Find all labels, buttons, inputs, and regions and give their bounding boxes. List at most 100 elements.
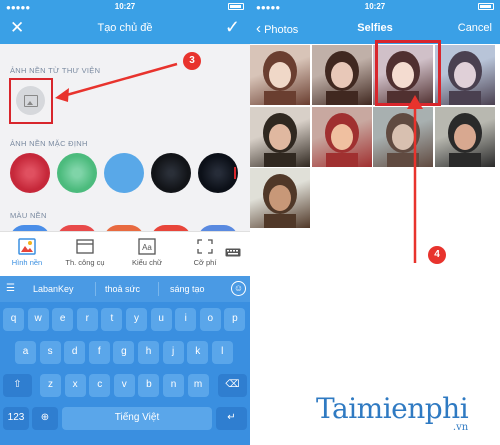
key[interactable]: o [199,308,221,331]
key[interactable]: u [150,308,172,331]
divider [158,282,159,296]
tool-label: Hình nền [11,258,43,267]
tool-resize[interactable]: Cỡ phí [180,238,230,267]
status-bar: ●●●●● 10:27 [0,0,250,14]
pointer-arrow-3 [55,62,178,102]
key[interactable]: d [64,341,86,364]
section-color-title: MÀU NỀN [10,211,47,220]
key[interactable]: p [224,308,246,331]
step-badge-3: 3 [183,52,201,70]
wallpaper-swatch[interactable] [104,153,144,193]
globe-icon: ⊕ [40,412,50,423]
key[interactable]: t [101,308,123,331]
key[interactable]: q [3,308,24,331]
language-key[interactable]: ⊕ [32,407,58,430]
key[interactable]: k [187,341,209,364]
photo-thumbnail[interactable] [250,168,310,228]
watermark-logo: Taimienphi .vn [316,392,469,433]
pick-from-library-button[interactable] [16,86,45,115]
key[interactable]: g [113,341,135,364]
key[interactable]: l [211,341,233,364]
key[interactable]: e [52,308,74,331]
tool-wallpaper[interactable]: Hình nền [2,238,52,267]
nav-bar: ✕ Tạo chủ đề ✓ [0,14,250,44]
tool-font[interactable]: Aa Kiểu chữ [122,238,172,267]
photo-thumbnail[interactable] [434,45,495,105]
key[interactable]: i [175,308,197,331]
key[interactable]: m [187,374,209,397]
toolbar-icon [76,239,94,254]
key[interactable]: z [40,374,61,397]
keyboard-icon[interactable] [225,248,241,257]
photo-content [324,112,359,167]
wallpaper-icon [18,238,36,255]
key[interactable]: a [15,341,36,364]
tool-label: Kiểu chữ [131,258,163,267]
photo-thumbnail[interactable] [311,106,372,167]
menu-icon[interactable]: ☰ [6,283,15,294]
image-icon [23,94,38,107]
shift-icon: ⇧ [13,379,22,390]
photo-thumbnail[interactable] [434,106,495,167]
suggestion-bar: ☰ LabanKey thoả sức sáng tạo ☺ [0,276,250,302]
check-icon[interactable]: ✓ [225,17,240,38]
font-icon: Aa [138,238,156,255]
keyboard: ☰ LabanKey thoả sức sáng tạo ☺ qwertyuio… [0,276,250,445]
key[interactable]: s [39,341,61,364]
photo-content [263,112,297,167]
return-icon: ↵ [227,412,236,423]
wallpaper-swatch[interactable] [57,153,97,193]
status-time: 10:27 [364,2,386,11]
photo-thumbnail[interactable] [311,45,372,105]
watermark-domain: .vn [452,422,469,433]
tool-label: Cỡ phí [193,258,217,267]
key[interactable]: n [163,374,184,397]
battery-icon [228,3,244,10]
theme-toolbar: Hình nền Th. công cụ Aa Kiểu chữ Cỡ phí [0,231,250,276]
key[interactable]: x [64,374,86,397]
return-key[interactable]: ↵ [216,407,247,430]
suggestion-word[interactable]: LabanKey [33,284,74,294]
wallpaper-swatch[interactable] [151,153,191,193]
cancel-button[interactable]: Cancel [458,22,492,34]
pointer-arrow-4 [407,95,423,263]
space-key[interactable]: Tiếng Việt [62,407,212,430]
photo-thumbnail[interactable] [250,106,310,167]
resize-icon [197,239,213,254]
photo-content [263,174,297,228]
section-default-title: ẢNH NỀN MẶC ĐỊNH [10,139,88,148]
shift-key[interactable]: ⇧ [3,374,32,397]
tool-label: Th. công cụ [65,258,105,267]
backspace-key[interactable]: ⌫ [218,374,247,397]
key[interactable]: h [138,341,159,364]
key[interactable]: b [138,374,160,397]
create-theme-screen: ●●●●● 10:27 ✕ Tạo chủ đề ✓ ẢNH NỀN TỪ TH… [0,0,250,445]
tool-toolbar[interactable]: Th. công cụ [60,238,110,267]
photo-picker-screen: ●●●●● 10:27 ‹ Photos Selfies Cancel 4 [250,0,500,445]
photo-thumbnail[interactable] [250,45,310,105]
photo-content [324,51,359,105]
svg-text:Aa: Aa [142,243,152,252]
suggestion-word[interactable]: thoả sức [105,284,140,294]
divider [95,282,96,296]
emoji-icon[interactable]: ☺ [231,281,246,296]
watermark-brand: Taimienphi [316,392,469,425]
key[interactable]: r [76,308,98,331]
battery-icon [478,3,494,10]
wallpaper-swatch[interactable] [198,153,238,193]
status-bar: ●●●●● 10:27 [250,0,500,14]
key[interactable]: j [162,341,184,364]
key[interactable]: w [27,308,49,331]
key[interactable]: c [89,374,111,397]
number-key[interactable]: 123 [3,407,29,430]
key[interactable]: f [88,341,110,364]
backspace-icon: ⌫ [225,379,240,390]
wallpaper-swatch[interactable] [10,153,50,193]
step-badge-4: 4 [428,246,446,264]
photo-content [447,112,482,167]
photo-content [263,51,297,105]
key[interactable]: v [113,374,135,397]
key[interactable]: y [126,308,147,331]
highlight-box [9,78,53,124]
suggestion-word[interactable]: sáng tạo [170,284,205,294]
